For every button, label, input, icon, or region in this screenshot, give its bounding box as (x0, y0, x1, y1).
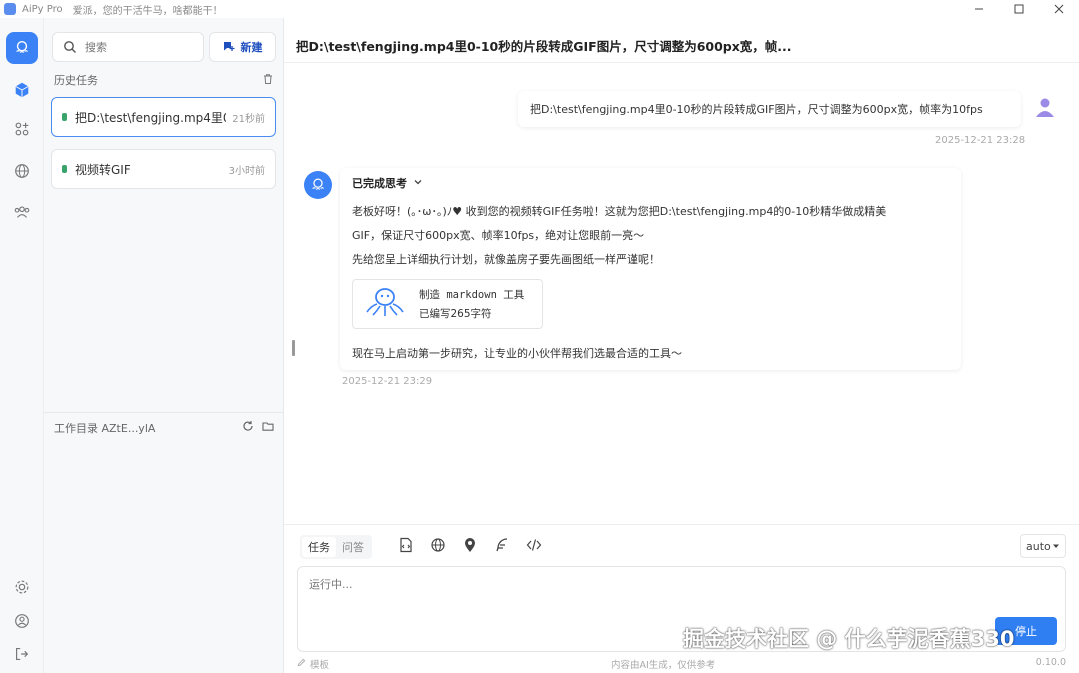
code-icon[interactable] (526, 537, 542, 553)
team-icon[interactable] (6, 196, 38, 228)
message-input[interactable] (309, 576, 929, 596)
new-task-label: 新建 (240, 41, 263, 54)
user-message-time: 2025-12-21 23:28 (935, 135, 1026, 146)
tool-card-status: 已编写265字符 (419, 308, 492, 320)
history-header: 历史任务 (54, 72, 274, 88)
app-logo-icon (4, 3, 16, 15)
chat-title: 把D:\test\fengjing.mp4里0-10秒的片段转成GIF图片，尺寸… (296, 39, 792, 54)
workdir-label: 工作目录 AZtE...ylA (54, 421, 156, 435)
version-label: 0.10.0 (1035, 657, 1066, 668)
bot-line-2: GIF，保证尺寸600px宽、帧率10fps，绝对让您眼前一亮～ (352, 229, 645, 242)
chevron-down-icon (413, 177, 423, 190)
task-sidebar: 新建 历史任务 把D:\test\fengjing.mp4里0-10秒 21秒前… (44, 18, 284, 673)
octopus-tool-icon (361, 284, 409, 324)
new-chat-icon (223, 40, 235, 55)
task-name: 把D:\test\fengjing.mp4里0-10秒 (75, 110, 226, 125)
think-label: 已完成思考 (352, 177, 407, 190)
user-avatar-icon (1034, 96, 1056, 118)
apps-plus-icon[interactable] (6, 113, 38, 145)
tool-card[interactable]: 制造 markdown 工具 已编写265字符 (352, 279, 543, 329)
task-time: 21秒前 (232, 113, 265, 125)
globe-network-icon[interactable] (6, 155, 38, 187)
logout-icon[interactable] (6, 638, 38, 670)
window-controls (959, 0, 1079, 18)
tool-card-title: 制造 markdown 工具 (419, 289, 525, 301)
settings-icon[interactable] (6, 571, 38, 603)
composer-tools (398, 537, 542, 553)
minimize-icon[interactable] (959, 0, 999, 18)
search-box[interactable] (52, 32, 204, 62)
ai-disclaimer: 内容由AI生成，仅供参考 (611, 660, 716, 671)
feather-icon[interactable] (494, 537, 510, 553)
resize-handle[interactable] (292, 340, 295, 356)
close-icon[interactable] (1039, 0, 1079, 18)
file-code-icon[interactable] (398, 537, 414, 553)
composer-footer: 模板 内容由AI生成，仅供参考 0.10.0 (297, 657, 1066, 671)
task-status-dot (62, 165, 67, 173)
folder-icon[interactable] (262, 420, 274, 435)
model-value: auto (1026, 539, 1051, 553)
octopus-logo-icon[interactable] (6, 32, 38, 64)
search-icon (63, 40, 77, 54)
composer-divider (284, 524, 1079, 525)
cube-icon[interactable] (6, 74, 38, 106)
search-input[interactable] (85, 40, 195, 54)
bot-avatar-icon (304, 171, 332, 199)
caret-down-icon (1052, 540, 1060, 553)
tab-task[interactable]: 任务 (302, 537, 336, 557)
task-item[interactable]: 视频转GIF 3小时前 (51, 149, 276, 189)
bot-line-1: 老板好呀！(｡･ω･｡)ﾉ♥ 收到您的视频转GIF任务啦！这就为您把D:\tes… (352, 205, 887, 218)
task-status-dot (62, 113, 67, 121)
bot-message-time: 2025-12-21 23:29 (342, 376, 433, 387)
trash-icon[interactable] (262, 73, 274, 88)
workdir-bar: 工作目录 AZtE...ylA (44, 412, 284, 442)
template-link[interactable]: 模板 (297, 657, 329, 671)
title-bar: AiPy Pro 爱派，您的干活牛马，啥都能干！ (0, 0, 1079, 18)
app-window: AiPy Pro 爱派，您的干活牛马，啥都能干！ 搜索 新建 历史任务 把D:\… (0, 0, 1079, 673)
mode-tabs: 任务 问答 (300, 535, 372, 559)
refresh-icon[interactable] (242, 420, 254, 435)
user-message: 把D:\test\fengjing.mp4里0-10秒的片段转成GIF图片，尺寸… (518, 91, 1021, 127)
chat-panel: 把D:\test\fengjing.mp4里0-10秒的片段转成GIF图片，尺寸… (284, 18, 1079, 673)
history-label: 历史任务 (54, 74, 98, 87)
title-divider (284, 62, 1079, 63)
globe-icon[interactable] (430, 537, 446, 553)
bot-final-line: 现在马上启动第一步研究，让专业的小伙伴帮我们选最合适的工具～ (352, 347, 682, 360)
task-name: 视频转GIF (75, 162, 131, 177)
new-task-button[interactable]: 新建 (209, 32, 276, 62)
location-pin-icon[interactable] (462, 537, 478, 553)
app-subtitle: 爱派，您的干活牛马，啥都能干！ (72, 5, 223, 17)
bot-message: 已完成思考 老板好呀！(｡･ω･｡)ﾉ♥ 收到您的视频转GIF任务啦！这就为您把… (340, 168, 961, 370)
watermark: 掘金技术社区 @ 什么芋泥香蕉330 (683, 627, 1015, 651)
maximize-icon[interactable] (999, 0, 1039, 18)
icon-rail (0, 18, 44, 673)
pen-icon (297, 658, 306, 670)
user-circle-icon[interactable] (6, 605, 38, 637)
template-label: 模板 (310, 660, 330, 671)
tab-qa[interactable]: 问答 (336, 537, 370, 557)
model-select[interactable]: auto (1020, 534, 1066, 558)
task-time: 3小时前 (228, 165, 265, 177)
app-title: AiPy Pro (22, 3, 63, 15)
thinking-toggle[interactable]: 已完成思考 (352, 175, 423, 191)
task-item-active[interactable]: 把D:\test\fengjing.mp4里0-10秒 21秒前 (51, 97, 276, 137)
bot-line-3: 先给您呈上详细执行计划，就像盖房子要先画图纸一样严谨呢！ (352, 253, 660, 266)
